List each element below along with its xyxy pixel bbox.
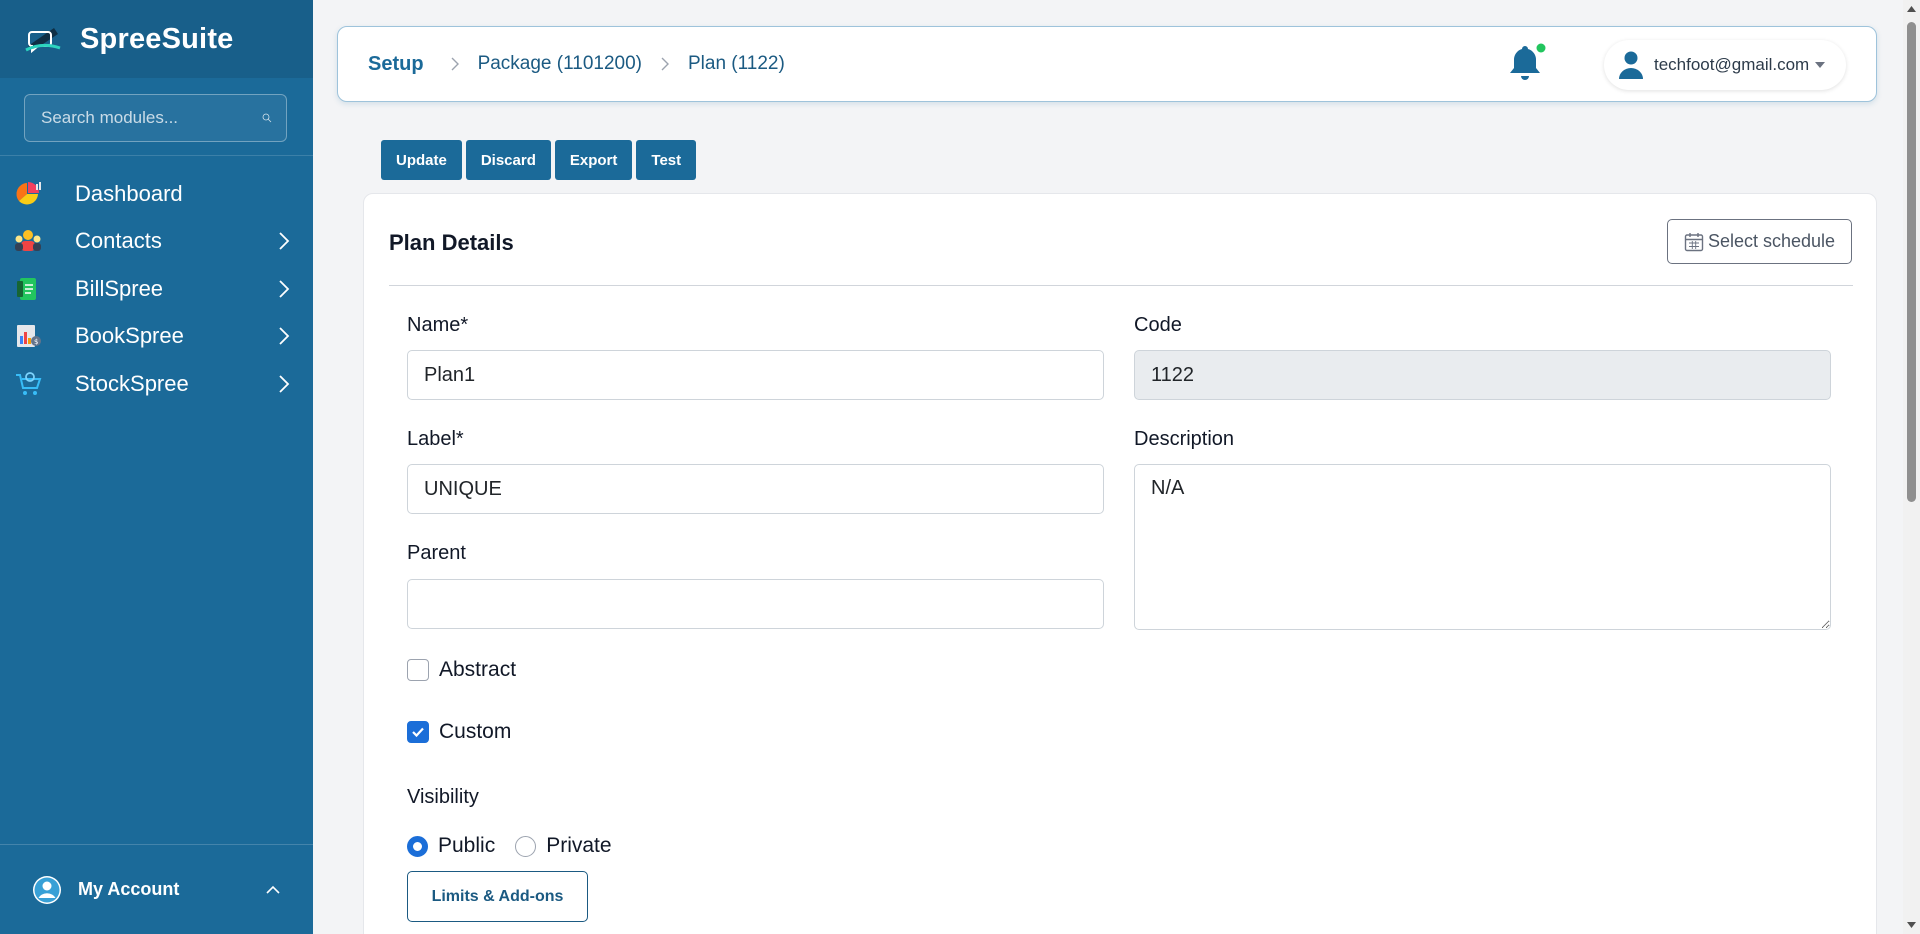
sidebar-item-label: Contacts — [75, 228, 162, 254]
scrollbar-thumb[interactable] — [1907, 22, 1916, 502]
discard-button[interactable]: Discard — [465, 140, 551, 180]
breadcrumb-plan[interactable]: Plan (1122) — [688, 53, 785, 75]
sidebar: SpreeSuite Dashboard — [0, 0, 313, 934]
sidebar-item-billspree[interactable]: BillSpree — [0, 265, 313, 313]
sidebar-item-label: BillSpree — [75, 275, 164, 301]
name-label: Name* — [407, 314, 469, 336]
limits-addons-button[interactable]: Limits & Add-ons — [407, 871, 588, 922]
sidebar-item-label: StockSpree — [75, 370, 189, 396]
breadcrumb: Setup Package (1101200) Plan (1122) — [338, 53, 785, 76]
caret-down-icon — [1815, 62, 1826, 68]
abstract-label: Abstract — [439, 658, 517, 681]
visibility-label: Visibility — [407, 786, 479, 808]
sidebar-item-label: Dashboard — [75, 180, 183, 206]
export-button[interactable]: Export — [554, 140, 633, 180]
sidebar-divider — [0, 155, 313, 156]
brand-name: SpreeSuite — [80, 22, 234, 55]
chevron-right-icon — [279, 375, 290, 393]
breadcrumb-package[interactable]: Package (1101200) — [478, 53, 642, 75]
brand[interactable]: SpreeSuite — [0, 0, 313, 78]
name-input[interactable] — [407, 350, 1104, 400]
custom-option[interactable]: Custom — [407, 720, 511, 744]
visibility-private-radio[interactable] — [515, 835, 537, 857]
visibility-radio-group: Public Private — [407, 834, 632, 858]
chevron-up-icon[interactable] — [265, 885, 281, 895]
chevron-right-icon — [451, 57, 459, 71]
logo-icon — [25, 28, 61, 54]
breadcrumb-setup[interactable]: Setup — [368, 53, 424, 76]
description-label: Description — [1134, 428, 1235, 450]
chevron-right-icon — [661, 57, 669, 71]
label-input[interactable] — [407, 464, 1104, 514]
checkmark-icon — [412, 727, 424, 738]
page-scrollbar[interactable] — [1903, 0, 1920, 934]
plan-details-card: Plan Details Select schedule Name* Code … — [363, 193, 1877, 934]
visibility-private-label: Private — [546, 834, 612, 857]
scroll-up-arrow-icon[interactable] — [1907, 5, 1916, 13]
parent-input[interactable] — [407, 579, 1104, 629]
sidebar-item-contacts[interactable]: Contacts — [0, 218, 313, 266]
user-icon — [1619, 51, 1643, 79]
calendar-icon — [1684, 232, 1704, 251]
module-search — [24, 94, 287, 142]
chevron-right-icon — [279, 280, 290, 298]
top-header: Setup Package (1101200) Plan (1122) tech… — [337, 26, 1877, 102]
book-icon: $ — [14, 322, 42, 350]
sidebar-item-label: BookSpree — [75, 323, 184, 349]
sidebar-item-dashboard[interactable]: Dashboard — [0, 170, 313, 218]
update-button[interactable]: Update — [381, 140, 462, 180]
parent-label: Parent — [407, 542, 466, 564]
custom-checkbox[interactable] — [407, 721, 429, 743]
chevron-right-icon — [279, 232, 290, 250]
code-label: Code — [1134, 314, 1182, 336]
label-label: Label* — [407, 428, 464, 450]
abstract-option[interactable]: Abstract — [407, 658, 516, 682]
visibility-public-radio[interactable] — [407, 835, 428, 857]
pie-chart-icon — [14, 180, 42, 208]
select-schedule-button[interactable]: Select schedule — [1667, 219, 1852, 264]
module-search-input[interactable] — [25, 108, 262, 128]
contacts-icon — [14, 227, 42, 255]
my-account[interactable]: My Account — [0, 844, 313, 934]
test-button[interactable]: Test — [636, 140, 697, 180]
sidebar-nav: Dashboard Contacts BillSpree $ BookSpree… — [0, 170, 313, 408]
user-email: techfoot@gmail.com — [1654, 55, 1810, 74]
stock-cart-icon — [14, 370, 42, 398]
user-avatar-icon — [33, 875, 61, 904]
action-toolbar: Update Discard Export Test — [381, 140, 697, 180]
svg-text:$: $ — [34, 338, 38, 346]
search-icon[interactable] — [262, 108, 272, 128]
description-textarea[interactable]: N/A — [1134, 464, 1831, 630]
sidebar-item-stockspree[interactable]: StockSpree — [0, 360, 313, 408]
user-menu[interactable]: techfoot@gmail.com — [1604, 40, 1846, 90]
abstract-checkbox[interactable] — [407, 659, 429, 681]
code-input — [1134, 350, 1831, 400]
card-title: Plan Details — [389, 230, 514, 255]
card-divider — [389, 285, 1853, 286]
bill-icon — [14, 275, 42, 303]
visibility-public-label: Public — [438, 834, 496, 857]
select-schedule-label: Select schedule — [1707, 231, 1836, 251]
sidebar-item-bookspree[interactable]: $ BookSpree — [0, 313, 313, 361]
scroll-down-arrow-icon[interactable] — [1907, 921, 1916, 929]
chevron-right-icon — [279, 327, 290, 345]
my-account-label: My Account — [78, 879, 180, 899]
notification-bell-icon[interactable] — [1506, 43, 1546, 85]
custom-label: Custom — [439, 720, 512, 743]
